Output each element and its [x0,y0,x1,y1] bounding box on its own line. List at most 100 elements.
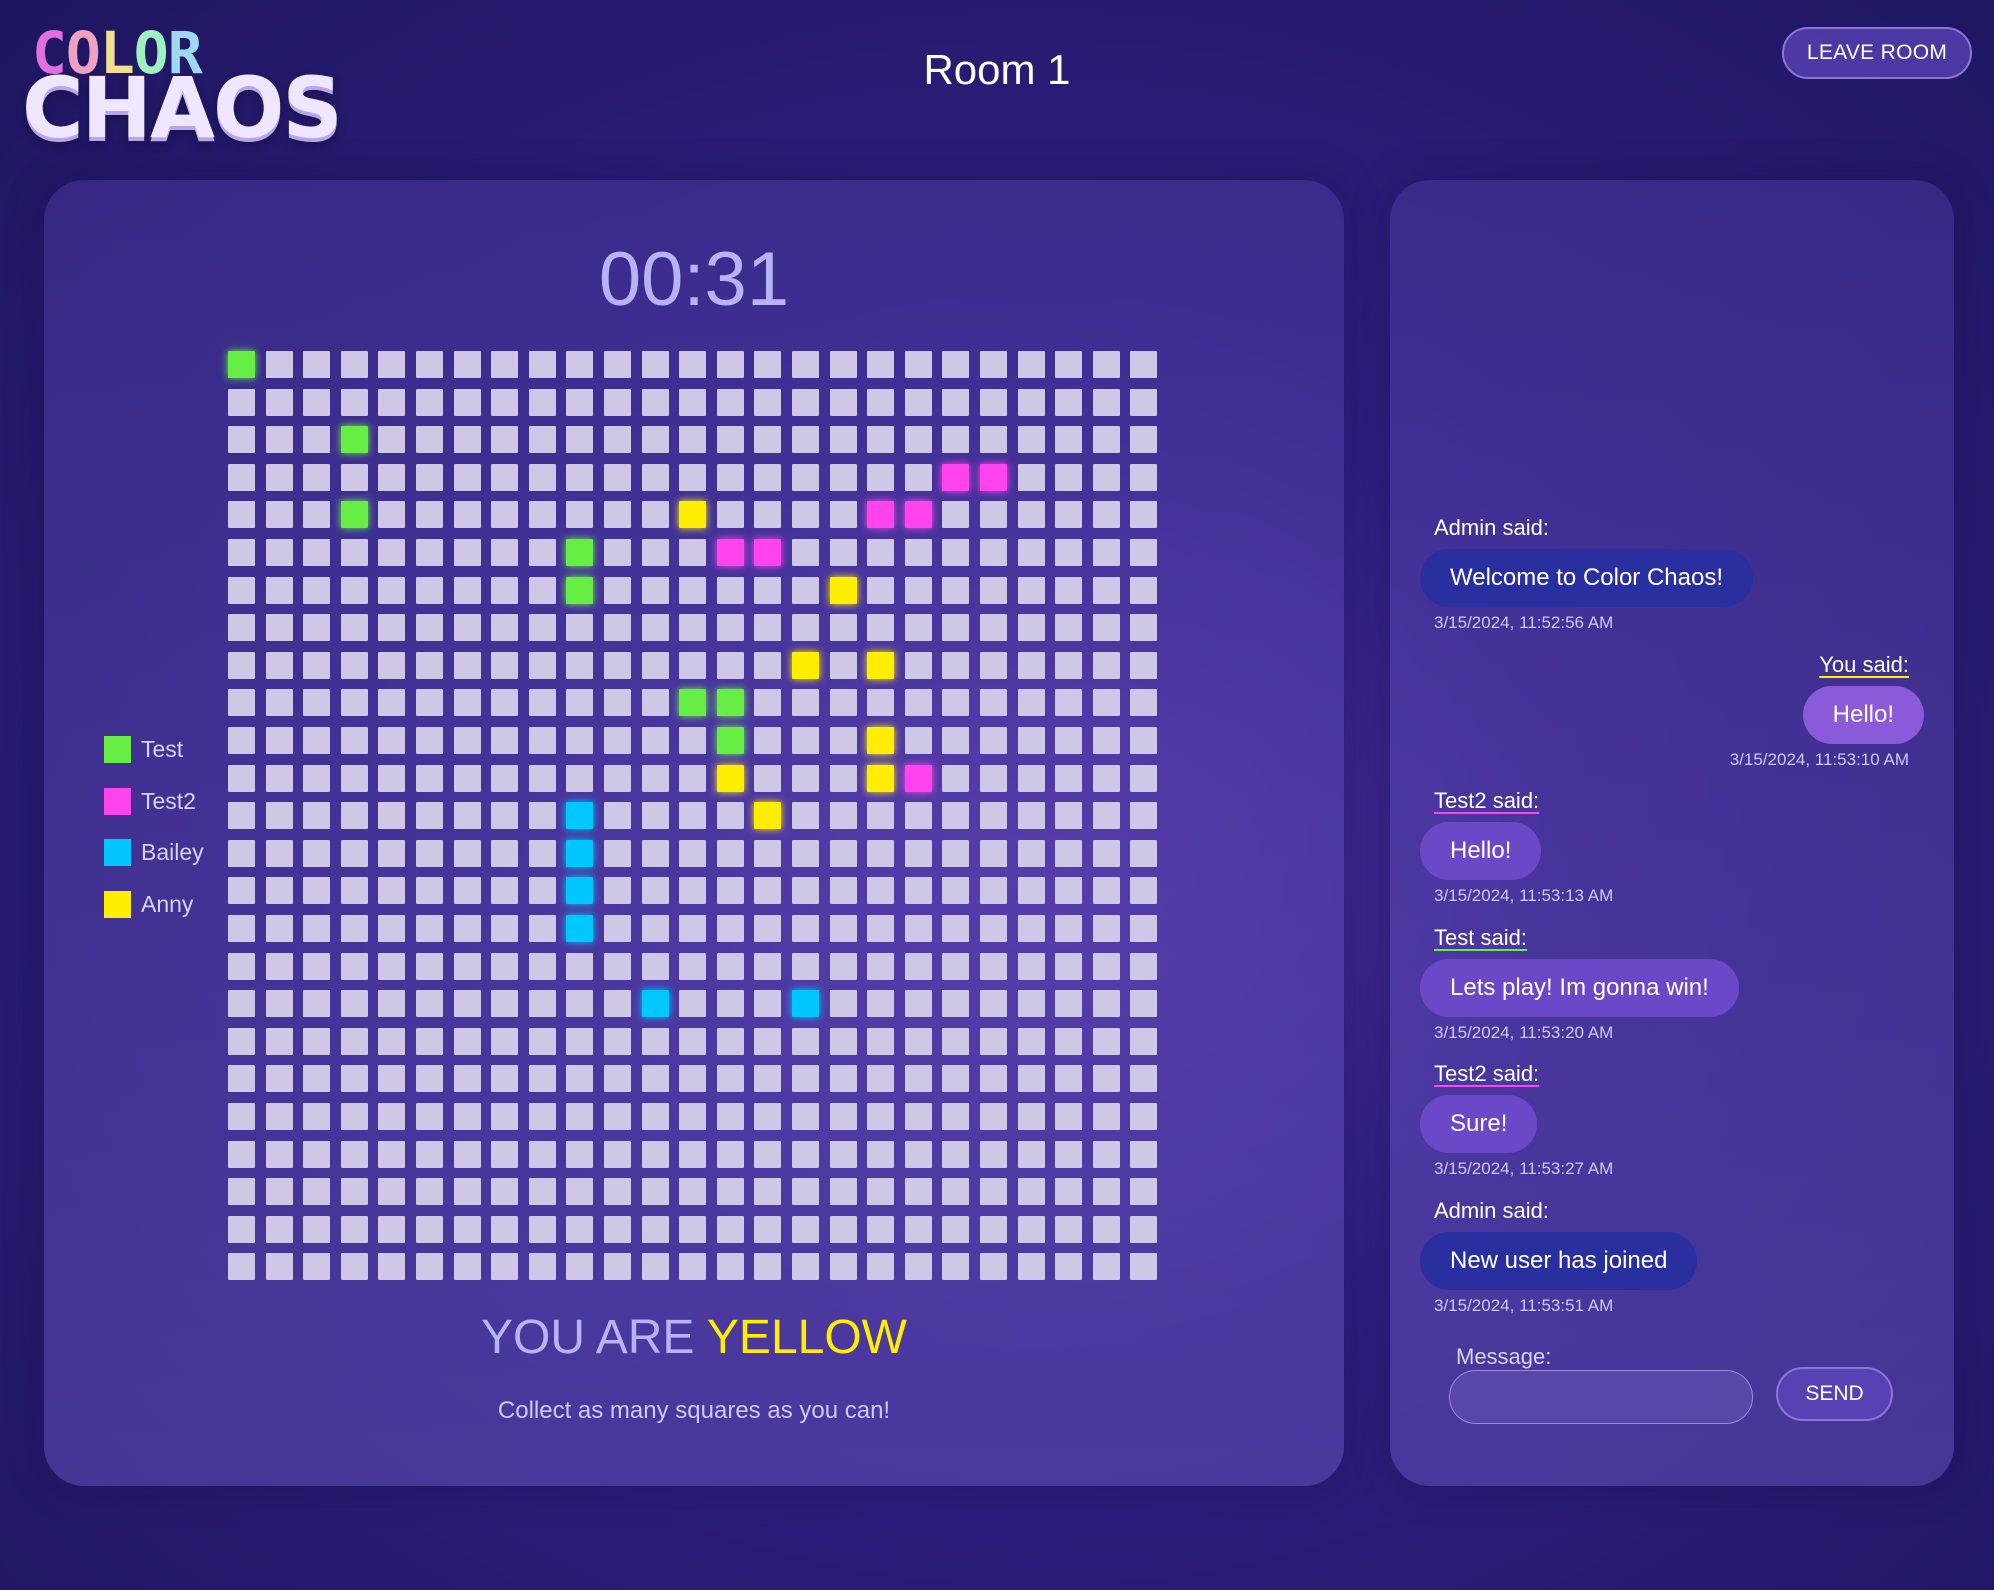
board-cell[interactable] [1055,1103,1083,1130]
board-cell[interactable] [453,463,481,491]
board-cell[interactable] [528,764,556,792]
board-cell[interactable] [1130,1215,1158,1243]
board-cell[interactable] [754,915,782,942]
board-cell[interactable] [303,877,331,905]
board-cell[interactable] [228,1027,255,1055]
board-cell-claimed[interactable] [716,764,744,792]
board-cell[interactable] [904,539,932,566]
board-cell[interactable] [228,952,255,980]
board-cell[interactable] [265,388,293,416]
board-cell[interactable] [528,1103,556,1130]
board-cell[interactable] [1092,802,1120,830]
board-cell[interactable] [340,689,368,717]
board-cell[interactable] [980,501,1007,529]
board-cell[interactable] [1017,501,1045,529]
board-cell[interactable] [340,539,368,566]
board-cell-claimed[interactable] [566,576,594,604]
board-cell[interactable] [566,689,594,717]
board-cell-claimed[interactable] [754,802,782,830]
board-cell[interactable] [942,839,970,867]
board-cell[interactable] [641,1065,669,1093]
board-cell[interactable] [453,426,481,454]
board-cell[interactable] [528,1215,556,1243]
board-cell[interactable] [792,764,819,792]
board-cell[interactable] [829,1103,857,1130]
board-cell[interactable] [980,426,1007,454]
board-cell[interactable] [1130,614,1158,642]
board-cell[interactable] [604,539,631,566]
board-cell[interactable] [716,952,744,980]
board-cell[interactable] [566,1065,594,1093]
board-cell[interactable] [303,576,331,604]
board-cell[interactable] [416,1140,443,1168]
board-cell[interactable] [566,1178,594,1206]
board-cell[interactable] [1055,576,1083,604]
board-cell[interactable] [491,426,519,454]
board-cell[interactable] [679,915,707,942]
board-cell[interactable] [604,952,631,980]
board-cell[interactable] [453,1215,481,1243]
board-cell[interactable] [378,1253,406,1281]
board-cell[interactable] [1130,802,1158,830]
board-cell[interactable] [1055,802,1083,830]
board-cell[interactable] [867,689,895,717]
board-cell[interactable] [679,1103,707,1130]
board-cell[interactable] [904,1140,932,1168]
board-cell[interactable] [716,915,744,942]
board-cell[interactable] [604,1253,631,1281]
board-cell[interactable] [792,952,819,980]
board-cell[interactable] [265,839,293,867]
board-cell[interactable] [716,1215,744,1243]
board-cell[interactable] [942,388,970,416]
board-cell[interactable] [792,576,819,604]
board-cell[interactable] [980,1215,1007,1243]
board-cell[interactable] [1092,501,1120,529]
board-cell[interactable] [754,839,782,867]
board-cell[interactable] [904,1027,932,1055]
board-cell[interactable] [604,877,631,905]
board-cell[interactable] [378,1027,406,1055]
board-cell[interactable] [679,426,707,454]
board-cell[interactable] [867,1065,895,1093]
board-cell[interactable] [942,877,970,905]
board-cell[interactable] [416,614,443,642]
board-cell[interactable] [980,802,1007,830]
board-cell[interactable] [716,1065,744,1093]
board-cell[interactable] [980,388,1007,416]
board-cell[interactable] [1055,614,1083,642]
board-cell[interactable] [980,689,1007,717]
board-cell[interactable] [1055,689,1083,717]
board-cell[interactable] [1092,1065,1120,1093]
board-cell[interactable] [1017,802,1045,830]
board-cell[interactable] [829,952,857,980]
board-cell[interactable] [378,952,406,980]
board-cell-claimed[interactable] [980,463,1007,491]
board-cell[interactable] [754,501,782,529]
board-cell[interactable] [303,501,331,529]
board-cell-claimed[interactable] [904,501,932,529]
board-cell[interactable] [265,1178,293,1206]
board-cell[interactable] [641,727,669,754]
board-cell[interactable] [792,388,819,416]
board-cell[interactable] [604,802,631,830]
board-cell[interactable] [641,501,669,529]
board-cell[interactable] [942,1140,970,1168]
board-cell-claimed[interactable] [942,463,970,491]
board-cell[interactable] [303,351,331,378]
board-cell[interactable] [528,915,556,942]
board-cell[interactable] [716,877,744,905]
board-cell[interactable] [679,463,707,491]
board-cell[interactable] [416,727,443,754]
board-cell[interactable] [641,576,669,604]
board-cell[interactable] [303,915,331,942]
board-cell[interactable] [378,764,406,792]
board-cell[interactable] [491,576,519,604]
board-cell[interactable] [491,1103,519,1130]
board-cell[interactable] [378,802,406,830]
board-cell[interactable] [378,915,406,942]
board-cell[interactable] [228,764,255,792]
board-cell[interactable] [416,539,443,566]
board-cell[interactable] [1055,426,1083,454]
board-cell[interactable] [566,1253,594,1281]
board-cell[interactable] [528,727,556,754]
